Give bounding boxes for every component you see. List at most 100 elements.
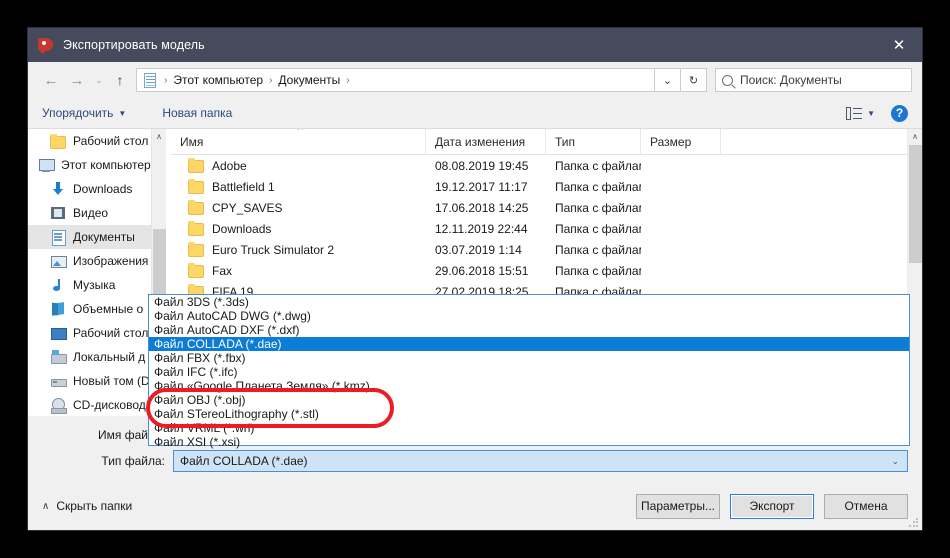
folder-icon [188, 223, 204, 236]
arrow-up-icon[interactable]: ↑ [108, 68, 132, 92]
dropdown-item-kmz[interactable]: Файл «Google Планета Земля» (*.kmz) [149, 379, 909, 393]
file-type: Папка с файлами [546, 159, 641, 173]
refresh-icon[interactable]: ↻ [681, 68, 707, 92]
breadcrumb-item-0[interactable]: Этот компьютер [169, 73, 267, 87]
sidebar-item-label: Документы [73, 230, 135, 244]
dropdown-item-stl[interactable]: Файл STereoLithography (*.stl) [149, 407, 909, 421]
dropdown-item-xsi[interactable]: Файл XSI (*.xsi) [149, 435, 909, 449]
video-icon [50, 205, 66, 221]
arrow-right-icon[interactable]: → [64, 68, 90, 92]
sidebar-item-desktop-quick[interactable]: Рабочий стол [28, 129, 166, 153]
chevron-down-icon-path[interactable]: ⌄ [655, 68, 681, 92]
scrollbar-thumb[interactable] [909, 145, 922, 263]
column-header-name[interactable]: Имя [171, 129, 426, 155]
sidebar-item-videos[interactable]: Видео [28, 201, 166, 225]
file-name: Battlefield 1 [212, 180, 275, 194]
view-options-button[interactable]: ▼ [846, 107, 875, 120]
3d-objects-icon [50, 301, 66, 317]
sidebar-item-new-volume[interactable]: Новый том (D [28, 369, 166, 393]
file-name: Adobe [212, 159, 247, 173]
table-row[interactable]: Adobe 08.08.2019 19:45 Папка с файлами [171, 155, 922, 176]
file-name: Fax [212, 264, 232, 278]
chevron-down-icon: ⌄ [891, 456, 899, 467]
file-date: 29.06.2018 15:51 [426, 264, 546, 278]
dropdown-item-fbx[interactable]: Файл FBX (*.fbx) [149, 351, 909, 365]
search-icon [722, 75, 733, 86]
dropdown-item-dxf[interactable]: Файл AutoCAD DXF (*.dxf) [149, 323, 909, 337]
close-icon[interactable]: ✕ [876, 28, 922, 62]
organize-button[interactable]: Упорядочить ▼ [42, 106, 126, 120]
sidebar-item-music[interactable]: Музыка [28, 273, 166, 297]
new-folder-button[interactable]: Новая папка [162, 106, 232, 120]
breadcrumb-separator: › [344, 75, 351, 86]
desktop-icon [50, 325, 66, 341]
options-button[interactable]: Параметры... [636, 494, 720, 519]
help-button[interactable]: ? [891, 105, 908, 122]
dropdown-item-ifc[interactable]: Файл IFC (*.ifc) [149, 365, 909, 379]
window-title: Экспортировать модель [63, 38, 205, 52]
computer-icon [38, 157, 54, 173]
sidebar-item-cd-drive[interactable]: CD-дисковод [28, 393, 166, 416]
export-button[interactable]: Экспорт [730, 494, 814, 519]
file-date: 03.07.2019 1:14 [426, 243, 546, 257]
cancel-button[interactable]: Отмена [824, 494, 908, 519]
export-model-dialog: Экспортировать модель ✕ ← → ⌄ ↑ › Этот к… [28, 28, 922, 530]
file-date: 19.12.2017 11:17 [426, 180, 546, 194]
hide-folders-label: Скрыть папки [56, 499, 132, 513]
file-name-cell: Adobe [171, 158, 426, 173]
sidebar-item-3d-objects[interactable]: Объемные о [28, 297, 166, 321]
sidebar-item-documents[interactable]: Документы [28, 225, 166, 249]
filetype-label: Тип файла: [28, 454, 173, 468]
sidebar-item-desktop[interactable]: Рабочий стол [28, 321, 166, 345]
breadcrumb-separator: › [162, 75, 169, 86]
table-row[interactable]: Euro Truck Simulator 2 03.07.2019 1:14 П… [171, 239, 922, 260]
cd-drive-icon [50, 397, 66, 413]
filetype-combobox[interactable]: Файл COLLADA (*.dae) ⌄ [173, 450, 908, 472]
table-row[interactable]: CPY_SAVES 17.06.2018 14:25 Папка с файла… [171, 197, 922, 218]
sidebar-item-this-pc[interactable]: Этот компьютер [28, 153, 166, 177]
chevron-down-icon: ▼ [867, 109, 875, 118]
sidebar-item-downloads[interactable]: Downloads [28, 177, 166, 201]
folder-icon [188, 244, 204, 257]
pictures-icon [50, 253, 66, 269]
dropdown-item-3ds[interactable]: Файл 3DS (*.3ds) [149, 295, 909, 309]
dropdown-item-dae[interactable]: Файл COLLADA (*.dae) [149, 337, 909, 351]
column-header-type[interactable]: Тип [546, 129, 641, 155]
file-type: Папка с файлами [546, 180, 641, 194]
sidebar-item-label: CD-дисковод [73, 398, 146, 412]
sidebar-item-label: Downloads [73, 182, 132, 196]
file-date: 17.06.2018 14:25 [426, 201, 546, 215]
documents-icon [142, 72, 159, 89]
sidebar-item-label: Рабочий стол [73, 134, 148, 148]
dropdown-item-wrl[interactable]: Файл VRML (*.wrl) [149, 421, 909, 435]
hide-folders-button[interactable]: ∧ Скрыть папки [42, 499, 132, 513]
sidebar-item-label: Изображения [73, 254, 148, 268]
dropdown-item-dwg[interactable]: Файл AutoCAD DWG (*.dwg) [149, 309, 909, 323]
file-name-cell: Battlefield 1 [171, 179, 426, 194]
new-folder-label: Новая папка [162, 106, 232, 120]
chevron-up-icon[interactable]: ∧ [908, 129, 922, 144]
table-row[interactable]: Downloads 12.11.2019 22:44 Папка с файла… [171, 218, 922, 239]
filetype-dropdown-list[interactable]: Файл 3DS (*.3ds) Файл AutoCAD DWG (*.dwg… [148, 294, 910, 446]
file-type: Папка с файлами [546, 243, 641, 257]
sidebar-item-local-disk[interactable]: Локальный д [28, 345, 166, 369]
breadcrumb-item-1[interactable]: Документы [274, 73, 344, 87]
dialog-footer: ∧ Скрыть папки Параметры... Экспорт Отме… [28, 482, 922, 530]
sidebar-item-pictures[interactable]: Изображения [28, 249, 166, 273]
chevron-up-icon[interactable]: ∧ [152, 129, 166, 144]
sidebar-item-label: Этот компьютер [61, 158, 151, 172]
organize-label: Упорядочить [42, 106, 113, 120]
resize-grip[interactable] [908, 517, 919, 528]
sidebar-item-label: Объемные о [73, 302, 143, 316]
column-header-date[interactable]: Дата изменения [426, 129, 546, 155]
arrow-left-icon[interactable]: ← [38, 68, 64, 92]
dropdown-item-obj[interactable]: Файл OBJ (*.obj) [149, 393, 909, 407]
table-row[interactable]: Fax 29.06.2018 15:51 Папка с файлами [171, 260, 922, 281]
breadcrumb[interactable]: › Этот компьютер › Документы › [136, 68, 655, 92]
folder-icon [50, 136, 66, 149]
table-row[interactable]: Battlefield 1 19.12.2017 11:17 Папка с ф… [171, 176, 922, 197]
column-header-size[interactable]: Размер [641, 129, 721, 155]
search-input[interactable]: Поиск: Документы [715, 68, 912, 92]
chevron-down-icon-history[interactable]: ⌄ [90, 68, 108, 92]
file-type: Папка с файлами [546, 201, 641, 215]
